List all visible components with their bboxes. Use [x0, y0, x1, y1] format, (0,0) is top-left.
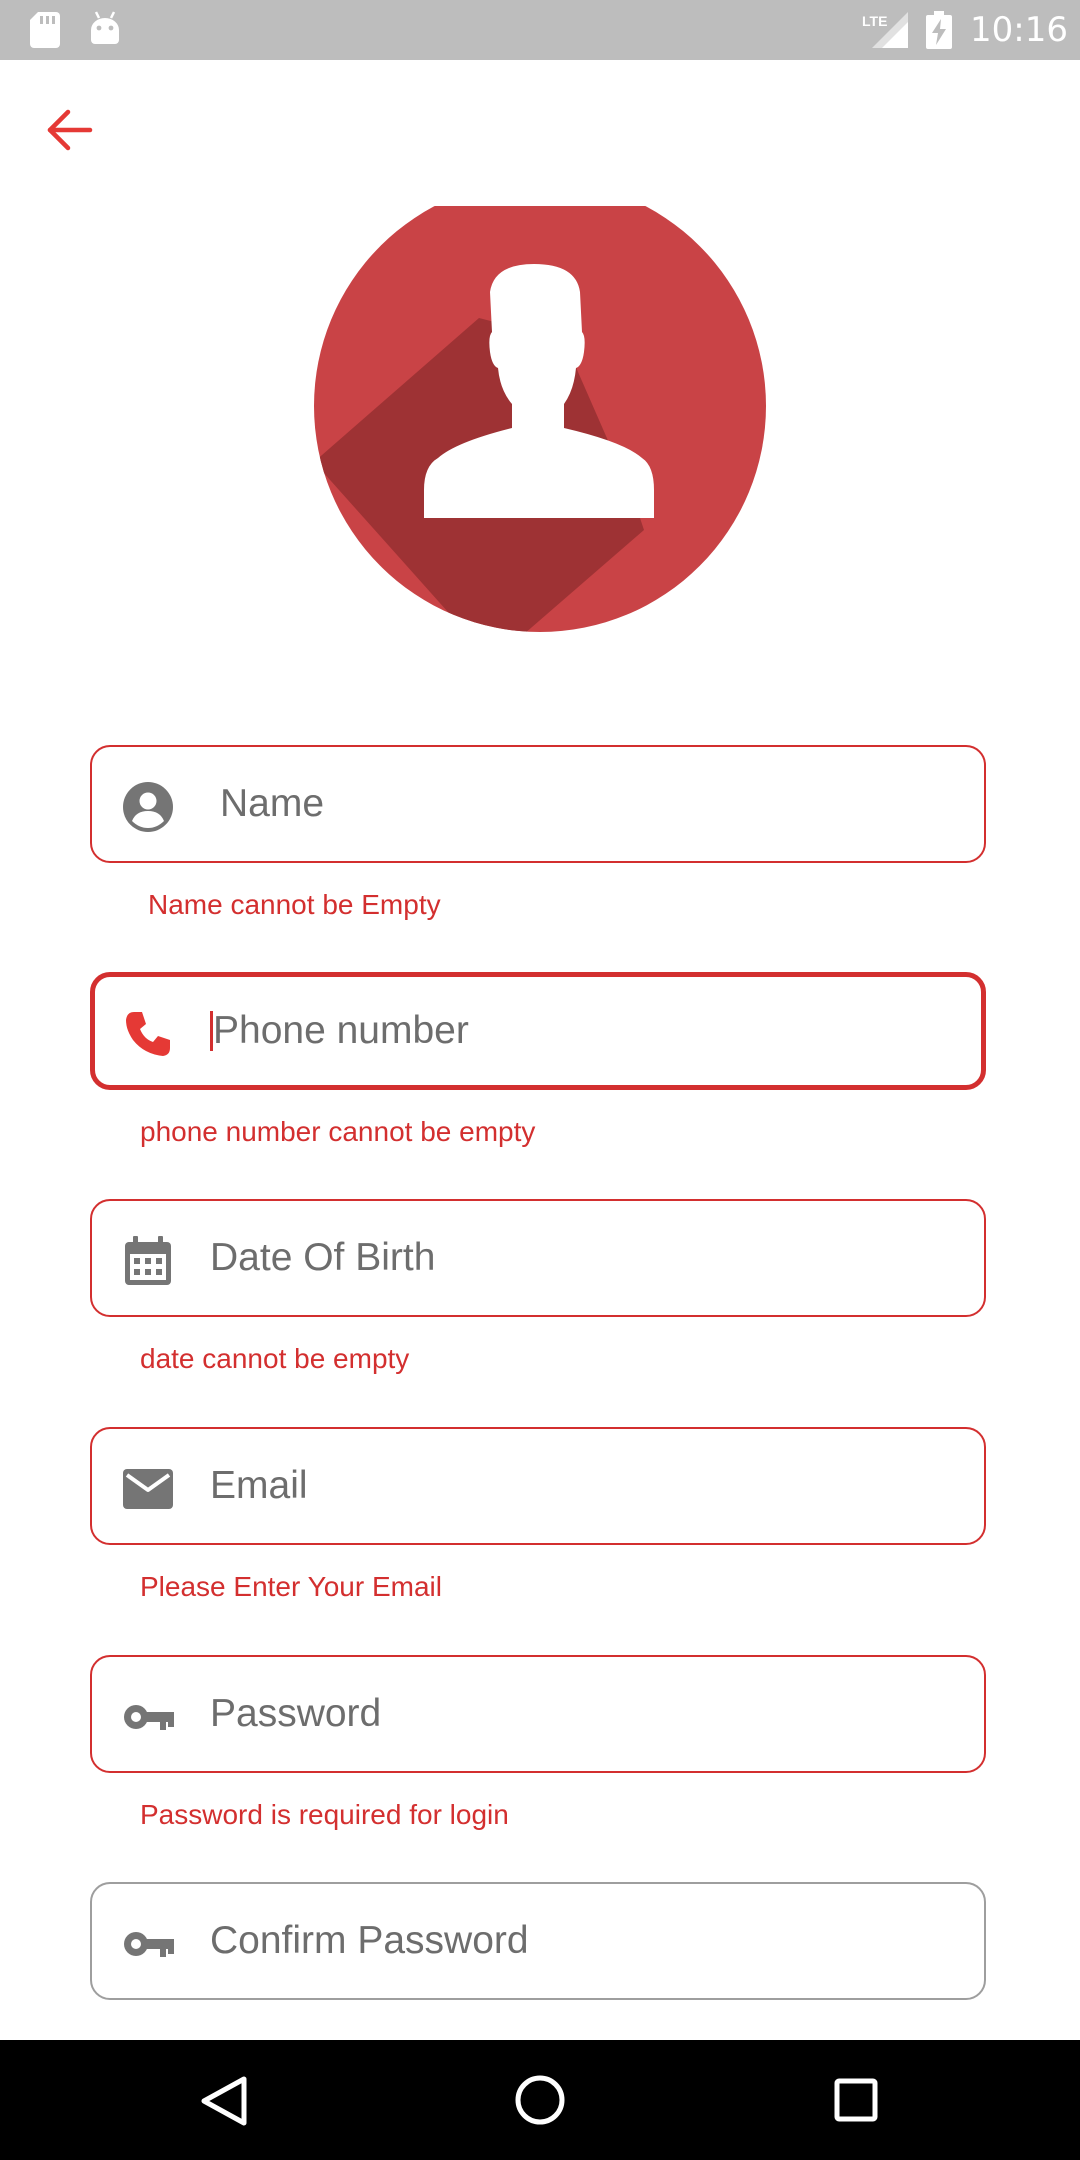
email-error: Please Enter Your Email — [140, 1571, 442, 1602]
android-icon — [91, 11, 119, 44]
lte-signal-icon: LTE — [862, 12, 908, 48]
email-field[interactable]: Email — [90, 1427, 986, 1545]
date-of-birth-field[interactable]: Date Of Birth — [90, 1199, 986, 1317]
profile-avatar[interactable] — [314, 200, 766, 634]
phone-icon — [126, 1012, 170, 1056]
dob-placeholder: Date Of Birth — [210, 1236, 436, 1279]
status-clock: 10:16 — [970, 10, 1068, 50]
lte-label: LTE — [862, 13, 887, 29]
battery-charging-icon — [926, 11, 952, 49]
account-circle-icon — [123, 782, 173, 832]
password-error: Password is required for login — [140, 1799, 509, 1830]
password-placeholder: Password — [210, 1692, 382, 1735]
confirm-password-placeholder: Confirm Password — [210, 1919, 529, 1962]
status-bar: LTE 10:16 — [0, 0, 1080, 60]
mail-icon — [123, 1469, 173, 1509]
nav-recents-icon[interactable] — [834, 2078, 878, 2122]
arrow-left-icon — [47, 109, 93, 151]
nav-home-icon[interactable] — [514, 2074, 566, 2126]
name-placeholder: Name — [220, 782, 325, 825]
name-field[interactable]: Name — [90, 745, 986, 863]
sd-card-icon — [30, 12, 60, 48]
key-icon — [124, 1932, 174, 1957]
phone-placeholder: Phone number — [210, 977, 469, 1085]
nav-back-icon[interactable] — [200, 2076, 248, 2126]
user-avatar-icon — [314, 200, 766, 632]
navigation-bar — [0, 2040, 1080, 2160]
back-button[interactable] — [44, 104, 96, 156]
phone-placeholder-text: Phone number — [213, 1009, 469, 1052]
dob-error: date cannot be empty — [140, 1343, 410, 1374]
phone-error: phone number cannot be empty — [140, 1116, 536, 1147]
confirm-password-field[interactable]: Confirm Password — [90, 1882, 986, 2000]
name-error: Name cannot be Empty — [148, 889, 441, 920]
email-placeholder: Email — [210, 1464, 308, 1507]
calendar-icon — [125, 1236, 171, 1285]
password-field[interactable]: Password — [90, 1655, 986, 1773]
key-icon — [124, 1705, 174, 1730]
phone-number-field[interactable]: Phone number — [90, 972, 986, 1090]
